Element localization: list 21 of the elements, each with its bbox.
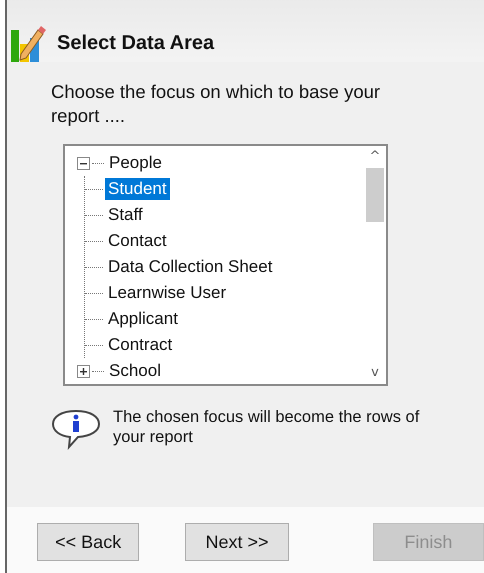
collapse-icon[interactable] [77, 156, 90, 170]
tree-item[interactable]: School [106, 360, 164, 382]
tree-item[interactable]: Staff [105, 204, 146, 226]
tree-item[interactable]: Applicant [105, 308, 181, 330]
chart-pencil-icon [11, 24, 47, 62]
scroll-down-button[interactable]: v [371, 362, 379, 384]
wizard-button[interactable]: << Back [37, 523, 140, 561]
tree-item[interactable]: Data Collection Sheet [105, 256, 276, 278]
info-icon [51, 408, 101, 450]
wizard-button[interactable]: Next >> [185, 523, 289, 561]
instruction-text: Choose the focus on which to base your report .... [50, 80, 382, 128]
info-text: The chosen focus will become the rows of your report [113, 408, 420, 448]
expand-icon[interactable] [77, 364, 90, 378]
scroll-thumb[interactable] [366, 168, 384, 222]
window-title: Select Data Area [57, 31, 214, 56]
tree-item[interactable]: Contract [105, 334, 176, 356]
tree-item[interactable]: Student [105, 178, 170, 200]
tree-item[interactable]: People [106, 152, 165, 174]
tree-item[interactable]: Learnwise User [105, 282, 230, 304]
scroll-up-button[interactable]: ^ [370, 146, 380, 168]
tree-item[interactable]: Contact [105, 230, 170, 252]
